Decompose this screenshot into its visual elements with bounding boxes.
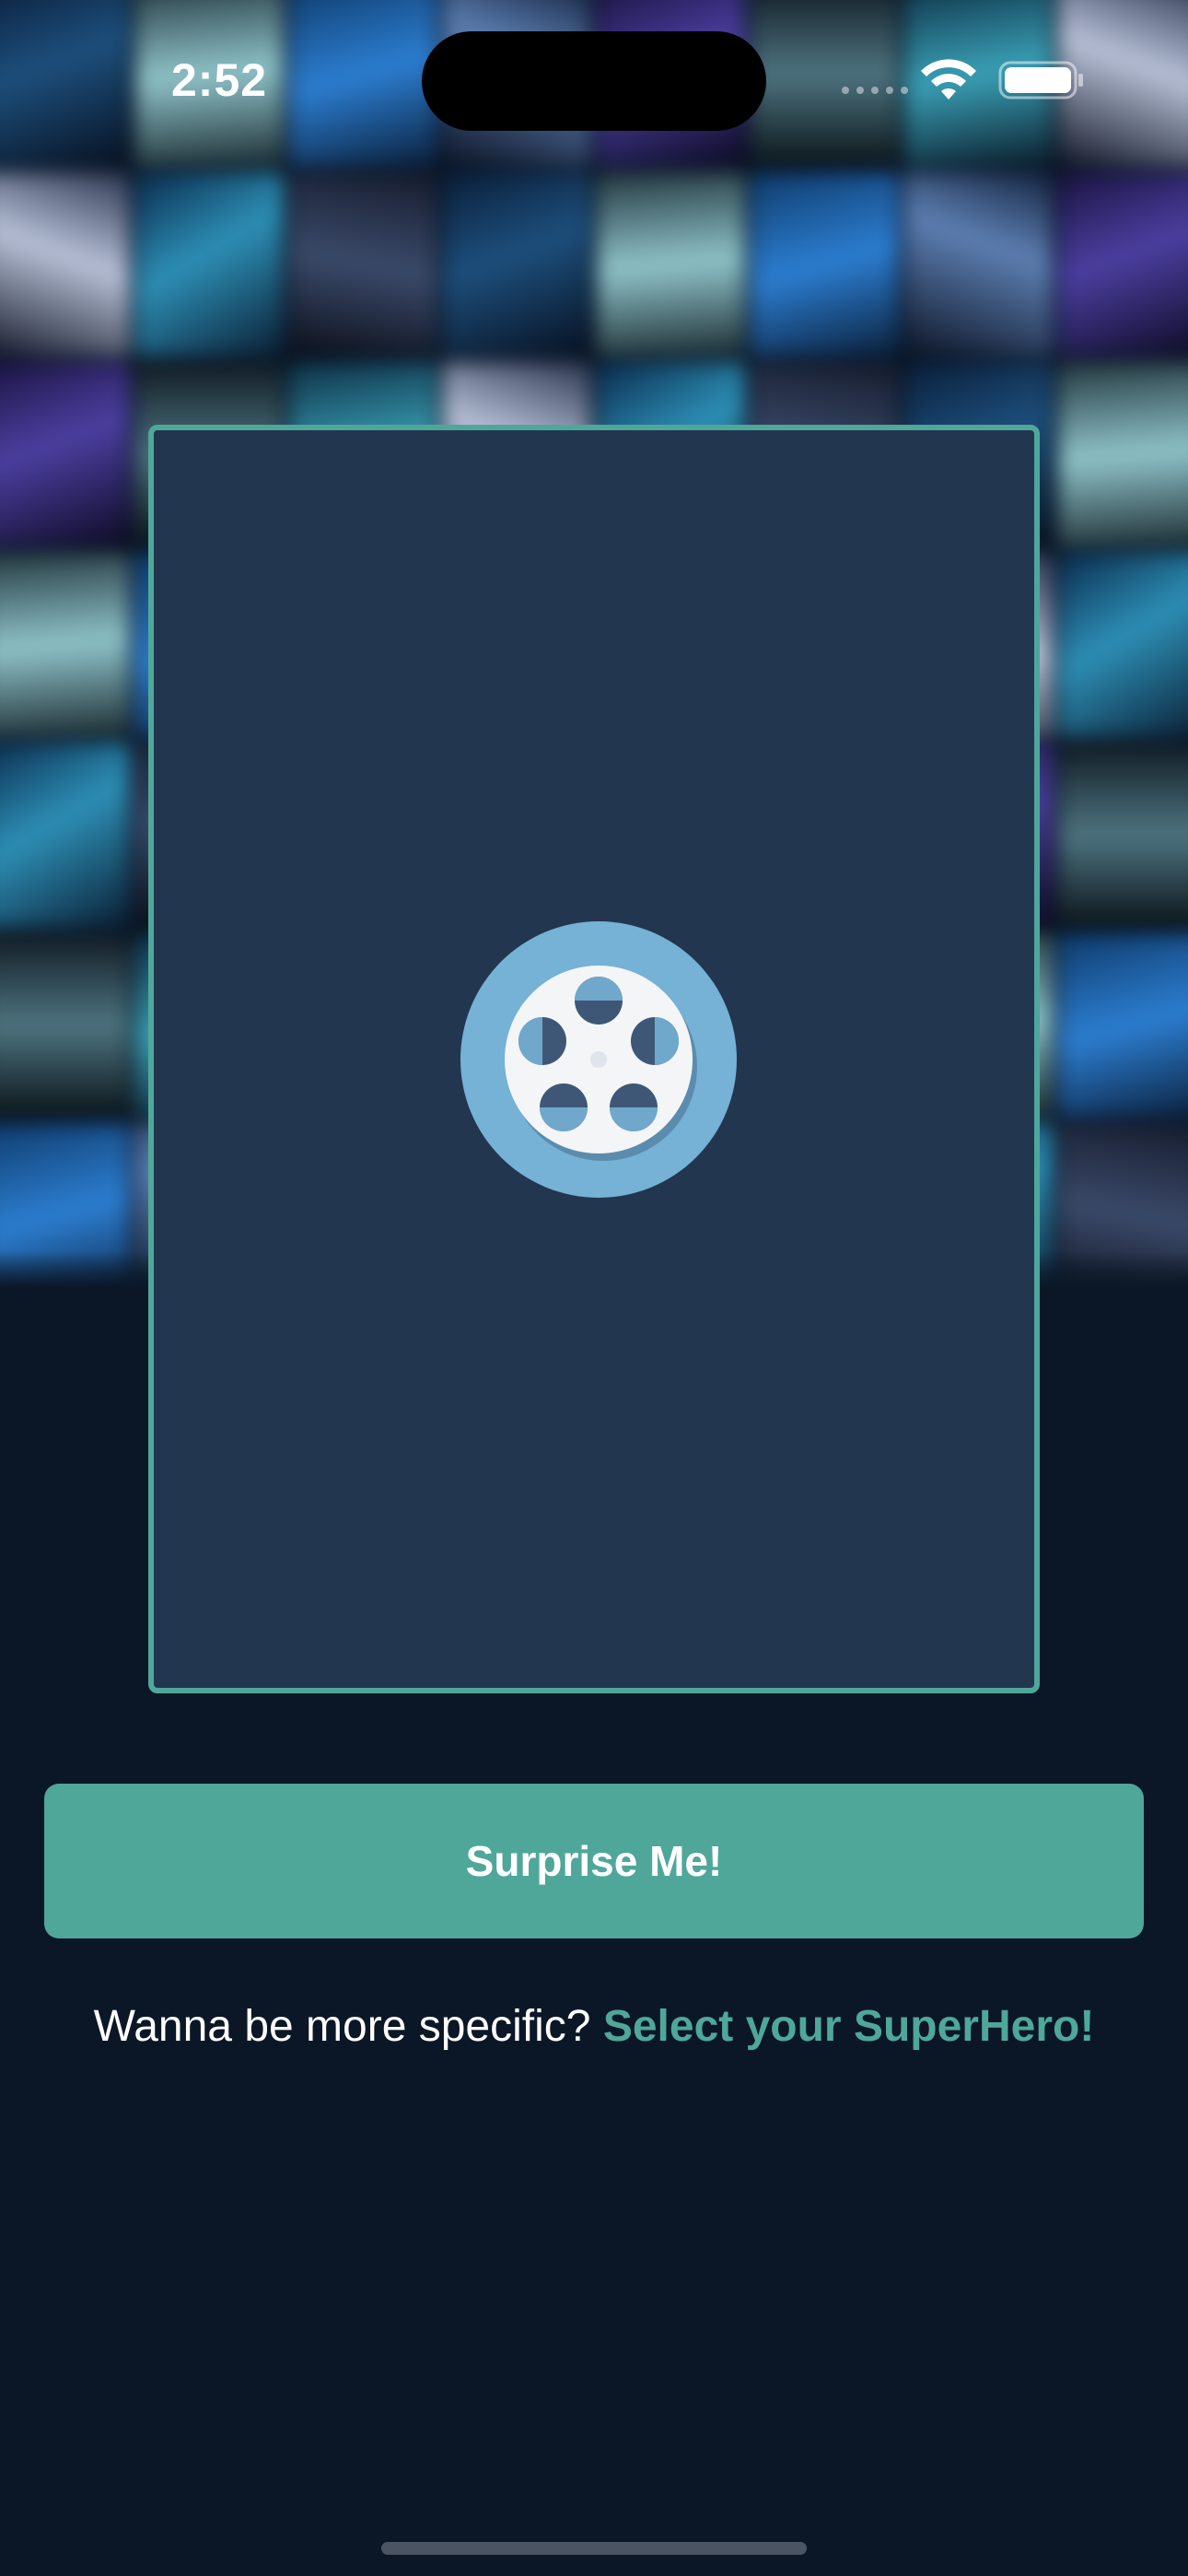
- collage-poster: [1058, 743, 1188, 928]
- signal-dots: [842, 87, 908, 94]
- status-time: 2:52: [171, 54, 268, 106]
- collage-poster: [289, 0, 437, 167]
- specific-prompt: Wanna be more specific? Select your Supe…: [0, 2001, 1188, 2052]
- screen: 2:52 Surprise Me! Wanna be more specific…: [0, 0, 1188, 2576]
- collage-poster: [0, 552, 130, 738]
- collage-poster: [443, 171, 591, 357]
- select-superhero-link[interactable]: Select your SuperHero!: [603, 2002, 1094, 2051]
- collage-poster: [904, 171, 1053, 357]
- specific-prompt-text: Wanna be more specific?: [93, 2002, 603, 2051]
- film-reel-icon: [460, 921, 737, 1198]
- collage-poster: [1058, 362, 1188, 547]
- dynamic-island: [422, 31, 766, 131]
- collage-poster: [1058, 932, 1188, 1118]
- collage-poster: [0, 171, 130, 357]
- collage-poster: [0, 932, 130, 1118]
- collage-poster: [597, 171, 745, 357]
- movie-poster-card: [148, 425, 1040, 1693]
- surprise-me-button[interactable]: Surprise Me!: [44, 1784, 1144, 1938]
- collage-poster: [289, 171, 437, 357]
- collage-poster: [751, 0, 899, 167]
- collage-poster: [135, 171, 284, 357]
- collage-poster: [751, 171, 899, 357]
- collage-poster: [0, 362, 130, 547]
- collage-poster: [0, 0, 130, 167]
- collage-poster: [1058, 171, 1188, 357]
- battery-icon: [998, 61, 1083, 100]
- home-indicator[interactable]: [381, 2542, 807, 2555]
- wifi-icon: [921, 59, 976, 100]
- collage-poster: [1058, 552, 1188, 738]
- collage-poster: [0, 743, 130, 928]
